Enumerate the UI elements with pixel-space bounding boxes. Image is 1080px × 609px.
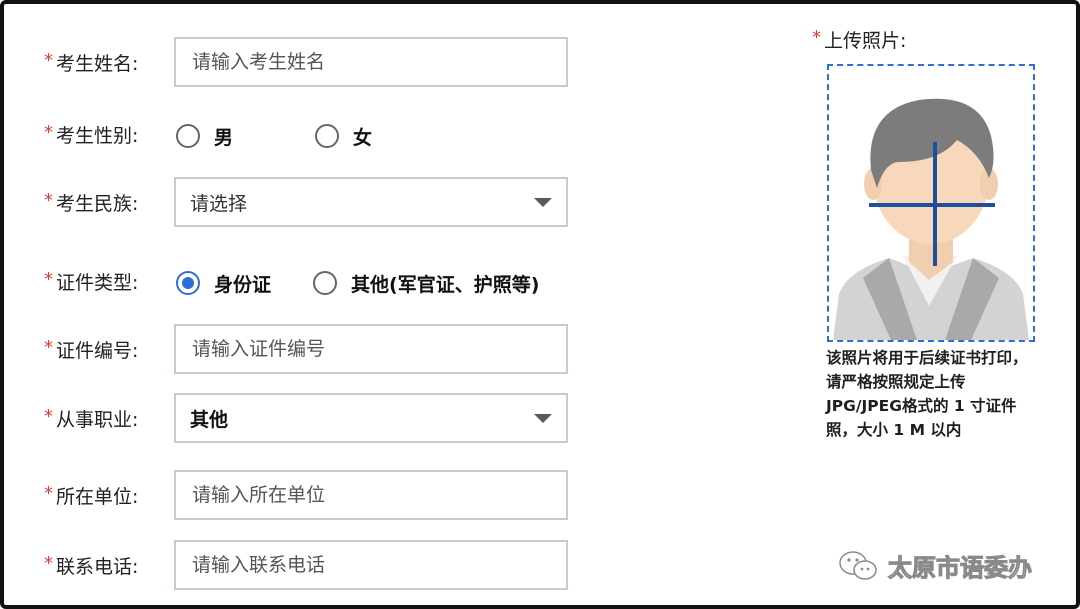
watermark: 太原市语委办 [838, 548, 1033, 583]
gender-radio-female[interactable]: 女 [315, 123, 372, 150]
row-phone: * 联系电话: [44, 540, 174, 590]
watermark-text: 太原市语委办 [888, 554, 1033, 583]
label-occupation: * 从事职业: [44, 405, 139, 431]
id-number-input[interactable] [190, 325, 566, 373]
radio-dot [182, 277, 194, 289]
gender-radio-male[interactable]: 男 [176, 123, 233, 150]
occupation-select[interactable]: 其他 [174, 393, 568, 443]
caret-down-icon[interactable] [534, 197, 552, 207]
label-name: * 考生姓名: [44, 49, 139, 75]
ethnicity-select[interactable]: 请选择 [174, 177, 568, 227]
radio-circle[interactable] [315, 124, 340, 148]
row-ethnicity: * 考生民族: [44, 177, 174, 227]
label-ethnicity: * 考生民族: [44, 189, 139, 215]
form-window: * 考生姓名: * 考生性别: 男 女 * 考生民族: 请选择 [0, 0, 1080, 609]
label-gender: * 考生性别: [44, 121, 139, 147]
id-type-radio-other[interactable]: 其他(军官证、护照等) [313, 270, 539, 297]
upload-note: 该照片将用于后续证书打印，请严格按照规定上传JPG/JPEG格式的 1 寸证件照… [826, 349, 1028, 439]
upload-photo-title: * 上传照片: [812, 27, 907, 52]
row-name: * 考生姓名: [44, 37, 174, 87]
name-input-box[interactable] [174, 37, 568, 87]
employer-input-box[interactable] [174, 470, 568, 520]
label-id-type: * 证件类型: [44, 268, 139, 294]
gender-radio-group: 男 女 [176, 111, 372, 161]
radio-circle[interactable] [313, 271, 338, 295]
label-phone: * 联系电话: [44, 552, 139, 578]
photo-upload-area[interactable] [827, 64, 1035, 342]
row-employer: * 所在单位: [44, 470, 174, 520]
radio-circle-selected[interactable] [176, 271, 200, 295]
occupation-select-value: 其他 [190, 408, 229, 431]
employer-input[interactable] [190, 471, 566, 519]
caret-down-icon[interactable] [534, 413, 552, 423]
row-occupation: * 从事职业: [44, 393, 174, 443]
phone-input-box[interactable] [174, 540, 568, 590]
phone-input[interactable] [190, 541, 566, 589]
row-gender: * 考生性别: [44, 109, 174, 159]
ethnicity-select-value: 请选择 [190, 192, 248, 215]
id-type-radio-idcard[interactable]: 身份证 [176, 270, 271, 297]
label-employer: * 所在单位: [44, 482, 139, 508]
name-input[interactable] [190, 38, 566, 86]
id-number-input-box[interactable] [174, 324, 568, 374]
id-type-radio-group: 身份证 其他(军官证、护照等) [176, 258, 539, 308]
row-id-number: * 证件编号: [44, 324, 174, 374]
radio-circle[interactable] [176, 124, 200, 148]
avatar-placeholder-icon [833, 98, 1029, 340]
required-mark: * [44, 49, 53, 71]
wechat-icon [839, 550, 877, 580]
label-id-number: * 证件编号: [44, 336, 139, 362]
row-id-type: * 证件类型: [44, 256, 174, 306]
